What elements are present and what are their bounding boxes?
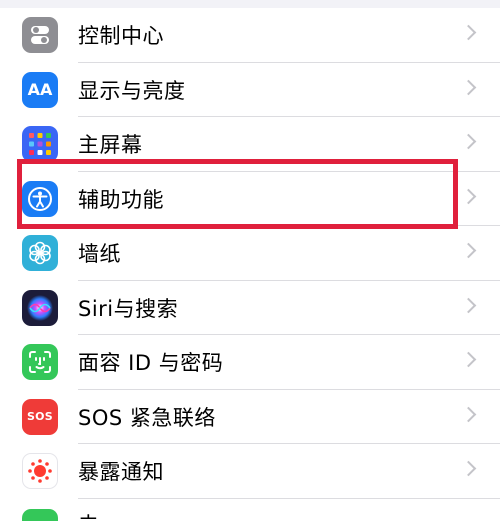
top-separator	[0, 0, 500, 8]
sos-icon: SOS	[22, 398, 58, 435]
settings-row-label: 面容 ID 与密码	[78, 351, 224, 376]
chevron-right-icon	[460, 188, 477, 204]
settings-row-label: SOS 紧急联络	[78, 405, 216, 430]
chevron-right-icon	[460, 242, 477, 259]
settings-row-label: Siri与搜索	[78, 296, 179, 321]
settings-row-siri[interactable]: Siri与搜索	[0, 281, 500, 335]
display-brightness-glyph: AA	[27, 80, 53, 99]
exposure-notification-icon	[22, 453, 58, 489]
settings-row-label: 控制中心	[78, 24, 164, 49]
divider	[78, 497, 500, 499]
settings-row-label: 墙纸	[78, 242, 121, 267]
highlight-annotation-box	[17, 159, 458, 229]
chevron-right-icon	[460, 79, 477, 95]
face-id-icon	[22, 344, 58, 380]
wallpaper-icon	[22, 235, 58, 271]
settings-list: 控制中心 AA 显示与亮度 主屏幕 辅助功能 墙纸 Siri与搜索 面容 ID …	[0, 8, 500, 499]
settings-row-control-center[interactable]: 控制中心	[0, 8, 500, 63]
settings-row-label-partial: 电池	[78, 509, 112, 519]
settings-row-wallpaper[interactable]: 墙纸	[0, 226, 500, 281]
settings-row-emergency-sos[interactable]: SOS SOS 紧急联络	[0, 390, 500, 444]
chevron-right-icon	[460, 406, 477, 422]
chevron-right-icon	[460, 133, 477, 150]
settings-row-display-brightness[interactable]: AA 显示与亮度	[0, 63, 500, 117]
settings-row-label: 暴露通知	[78, 460, 164, 485]
control-center-icon	[22, 17, 58, 53]
settings-row-exposure-notifications[interactable]: 暴露通知	[0, 444, 500, 499]
chevron-right-icon	[460, 24, 477, 41]
settings-row-face-id[interactable]: 面容 ID 与密码	[0, 335, 500, 390]
chevron-right-icon	[460, 297, 477, 313]
battery-icon	[22, 509, 58, 521]
chevron-right-icon	[460, 460, 477, 477]
sos-glyph: SOS	[26, 410, 54, 423]
siri-icon	[22, 289, 58, 326]
display-brightness-icon: AA	[22, 71, 58, 108]
chevron-right-icon	[460, 351, 477, 368]
home-screen-icon	[22, 126, 58, 162]
settings-row-label: 显示与亮度	[78, 78, 186, 103]
